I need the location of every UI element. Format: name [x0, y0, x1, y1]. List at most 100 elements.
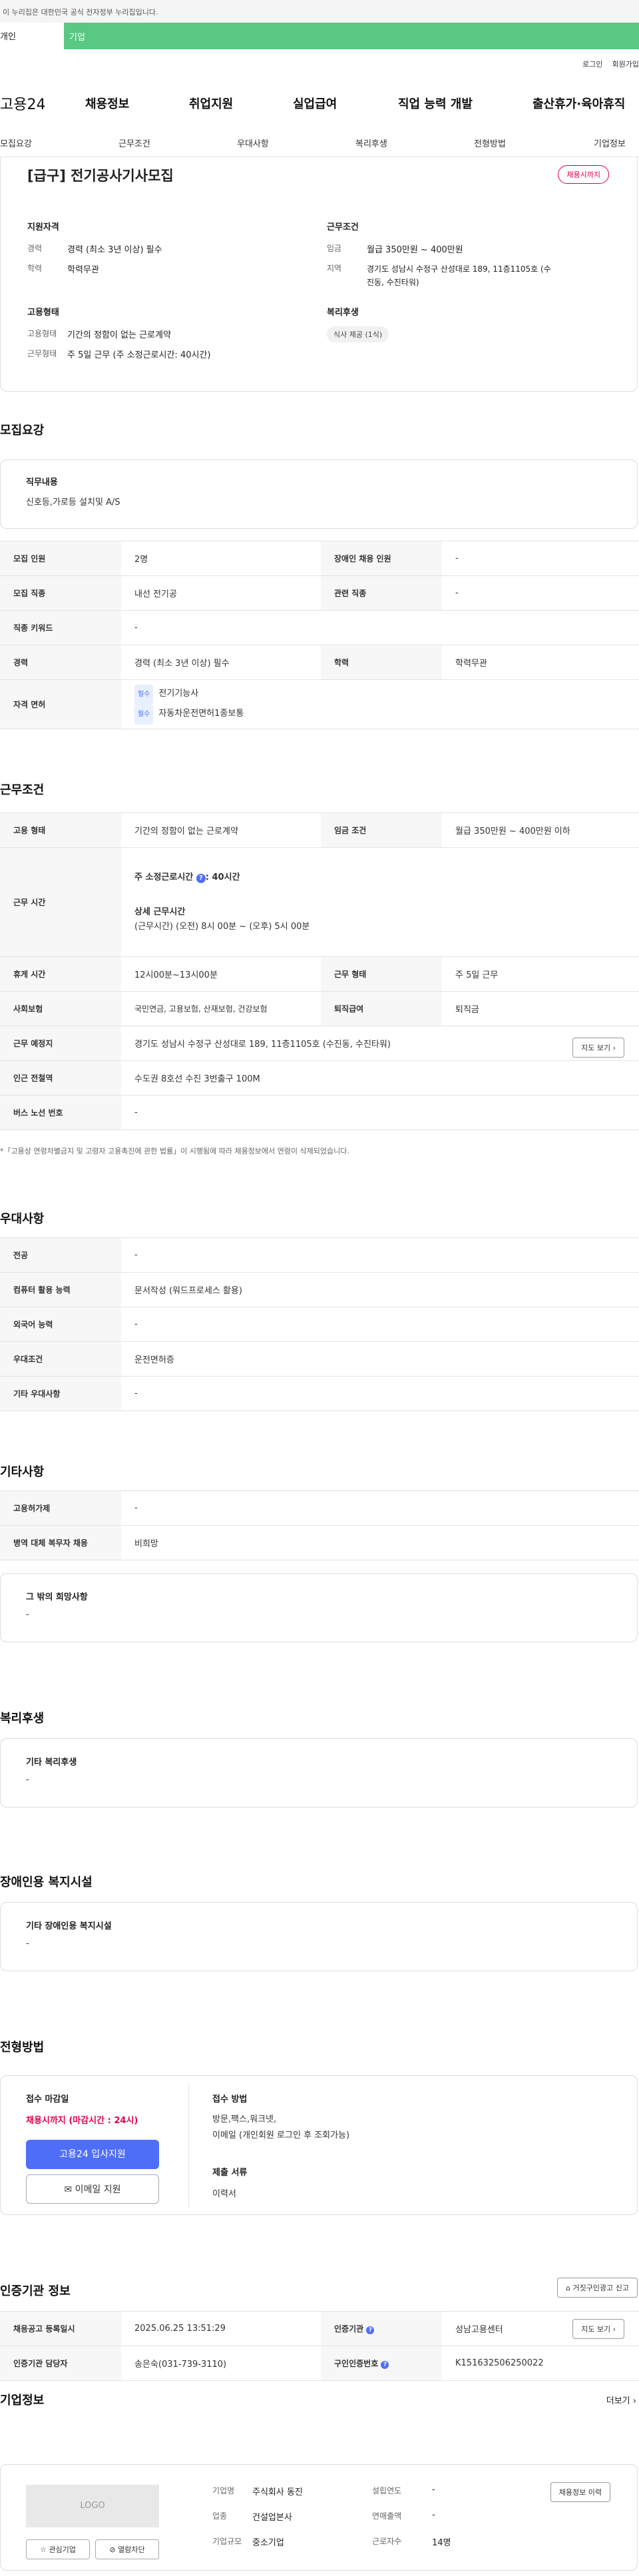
- wish-value: -: [26, 1610, 29, 1620]
- mail-icon: ✉: [64, 2184, 73, 2195]
- size-label: 기업규모: [212, 2537, 242, 2546]
- gov-notice: 이 누리집은 대한민국 공식 전자정부 누리집입니다.: [0, 0, 639, 23]
- process-box: 접수 마감일 채용시까지 (마감시간 : 24시) 고용24 입사지원 ✉ 이메…: [0, 2075, 638, 2215]
- duty-value: 신호등,가로등 설치및 A/S: [26, 497, 120, 507]
- table-row: 인근 전철역 수도권 8호선 수진 3번출구 100M: [0, 1060, 639, 1096]
- email-apply-button[interactable]: ✉ 이메일 지원: [26, 2174, 159, 2204]
- work-heading: 근무조건: [0, 783, 45, 797]
- welfare-box-value: -: [26, 1775, 29, 1785]
- cell-label: 휴게 시간: [0, 956, 121, 992]
- more-link[interactable]: 더보기 ›: [606, 2394, 636, 2406]
- job-title: [급구] 전기공사기사모집: [27, 168, 174, 184]
- gnb-item-support[interactable]: 취업지원: [189, 95, 233, 112]
- cell-value: -: [121, 610, 639, 645]
- cell-value: 학력무관: [442, 645, 639, 680]
- table-row: 인증기관 담당자 송은숙(031-739-3110) 구인인증번호 ? K15163…: [0, 2346, 639, 2381]
- table-row: 고용허가제 -: [0, 1490, 639, 1526]
- weekly-hours-value: 40시간: [212, 872, 240, 882]
- subnav-company[interactable]: 기업정보: [594, 137, 626, 149]
- more-label: 더보기: [606, 2396, 630, 2406]
- weekly-hours-label: 주 소정근로시간: [134, 872, 194, 882]
- cell-value: 월급 350만원 ~ 400만원 이하: [442, 812, 639, 848]
- gnb-item-jobs[interactable]: 채용정보: [85, 95, 129, 112]
- cell-value: -: [442, 541, 639, 576]
- star-icon: ☆: [40, 2545, 47, 2554]
- hiring-history-button[interactable]: 채용정보 이력: [550, 2482, 610, 2502]
- cell-label: 구인인증번호 ?: [321, 2346, 442, 2381]
- site-logo[interactable]: 고용24: [0, 93, 71, 114]
- cell-label: 우대조건: [0, 1341, 121, 1377]
- other-table: 고용허가제 - 병역 대체 복무자 채용 비희망: [0, 1490, 639, 1560]
- deadline-title: 접수 마감일: [26, 2094, 69, 2104]
- disab-box-value: -: [26, 1939, 29, 1949]
- subnav-pref[interactable]: 우대사항: [237, 137, 269, 149]
- industry-label: 업종: [212, 2511, 228, 2521]
- user-type-tabs: 개인 기업: [0, 23, 639, 49]
- login-link[interactable]: 로그인: [582, 59, 602, 69]
- wish-title: 그 밖의 희망사항: [26, 1592, 88, 1602]
- welfare-heading: 복리후생: [0, 1712, 45, 1726]
- subnav-work[interactable]: 근무조건: [118, 137, 150, 149]
- detail-hours-value: (근무시간) (오전) 8시 00분 ~ (오후) 5시 00분: [134, 921, 310, 932]
- subnav-welfare[interactable]: 복리후생: [355, 137, 387, 149]
- table-row: 경력 경력 (최소 3년 이상) 필수 학력 학력무관: [0, 645, 639, 680]
- agency-map-button[interactable]: 지도 보기 ›: [572, 2319, 624, 2339]
- subnav-recruit[interactable]: 모집요강: [0, 137, 32, 149]
- emp-title: 고용형태: [27, 308, 59, 318]
- process-heading: 전형방법: [0, 2041, 45, 2055]
- method-title: 접수 방법: [212, 2094, 248, 2104]
- worktype-value: 주 5일 근무 (주 소정근로시간: 40시간): [67, 350, 211, 360]
- year-value: -: [432, 2485, 435, 2495]
- recruit-table: 모집 인원 2명 장애인 채용 인원 - 모집 직종 내선 전기공 관련 직종 - 직종…: [0, 541, 639, 729]
- cell-value: 수도권 8호선 수진 3번출구 100M: [121, 1060, 639, 1096]
- detail-hours-label: 상세 근무시간: [134, 906, 186, 917]
- cell-value: 운전면허증: [121, 1341, 639, 1377]
- gnb-item-benefit[interactable]: 실업급여: [293, 95, 337, 112]
- cell-value: 내선 전기공: [121, 575, 321, 611]
- home-icon: ⌂: [566, 2284, 571, 2292]
- info-icon[interactable]: ?: [366, 2326, 375, 2334]
- required-tag: 필수: [134, 684, 154, 705]
- false-ad-report-button[interactable]: ⌂ 거짓구인광고 신고: [557, 2278, 638, 2298]
- deadline-badge: 채용시까지: [558, 165, 609, 184]
- section-nav: 모집요강 근무조건 우대사항 복리후생 전형방법 기업정보: [0, 131, 639, 157]
- block-view-button[interactable]: ⊘ 열람차단: [95, 2539, 159, 2559]
- gnb-item-training[interactable]: 직업 능력 개발: [398, 95, 473, 112]
- org-label: 인증기관: [334, 2324, 364, 2334]
- cell-label: 인근 전철역: [0, 1060, 121, 1096]
- tab-personal[interactable]: 개인: [0, 23, 64, 49]
- cell-label: 고용 형태: [0, 812, 121, 848]
- map-view-button[interactable]: 지도 보기 ›: [572, 1038, 624, 1058]
- cell-label: 컴퓨터 활용 능력: [0, 1272, 121, 1307]
- gnb-item-leave[interactable]: 출산휴가·육아휴직: [532, 95, 625, 112]
- employees-label: 근로자수: [372, 2537, 402, 2546]
- cell-label: 전공: [0, 1237, 121, 1273]
- table-row: 직종 키워드 -: [0, 610, 639, 645]
- false-ad-report-label: 거짓구인광고 신고: [572, 2284, 629, 2292]
- cell-value: 문서작성 (워드프로세스 활용): [121, 1272, 639, 1307]
- table-row: 사회보험 국민연금, 고용보험, 산재보험, 건강보험 퇴직급여 퇴직금: [0, 991, 639, 1026]
- edu-label: 학력: [27, 264, 43, 273]
- subnav-process[interactable]: 전형방법: [474, 137, 506, 149]
- cell-label: 외국어 능력: [0, 1307, 121, 1342]
- info-icon[interactable]: ?: [196, 873, 206, 883]
- fav-company-button[interactable]: ☆ 관심기업: [26, 2539, 90, 2559]
- cell-label: 근무 형태: [321, 956, 442, 992]
- signup-link[interactable]: 회원가입: [612, 59, 639, 69]
- name-value: 주식회사 동진: [252, 2487, 303, 2497]
- block-label: 열람차단: [118, 2545, 145, 2554]
- welfare-box-title: 기타 복리후생: [26, 1758, 77, 1768]
- sales-value: -: [432, 2510, 435, 2520]
- apply-button[interactable]: 고용24 입사지원: [26, 2140, 159, 2169]
- cell-value: 비희망: [121, 1525, 639, 1560]
- disab-box-title: 기타 장애인용 복지시설: [26, 1921, 112, 1931]
- career-label: 경력: [27, 244, 43, 253]
- emptype-label: 고용형태: [27, 329, 57, 338]
- cell-value: 주 5일 근무: [442, 956, 639, 992]
- info-icon[interactable]: ?: [381, 2361, 389, 2369]
- table-row: 버스 노선 번호 -: [0, 1095, 639, 1130]
- tab-company[interactable]: 기업: [64, 23, 639, 49]
- chevron-right-icon: ›: [612, 1044, 616, 1052]
- welfare-title: 복리후생: [327, 308, 359, 318]
- cell-value: -: [121, 1307, 639, 1342]
